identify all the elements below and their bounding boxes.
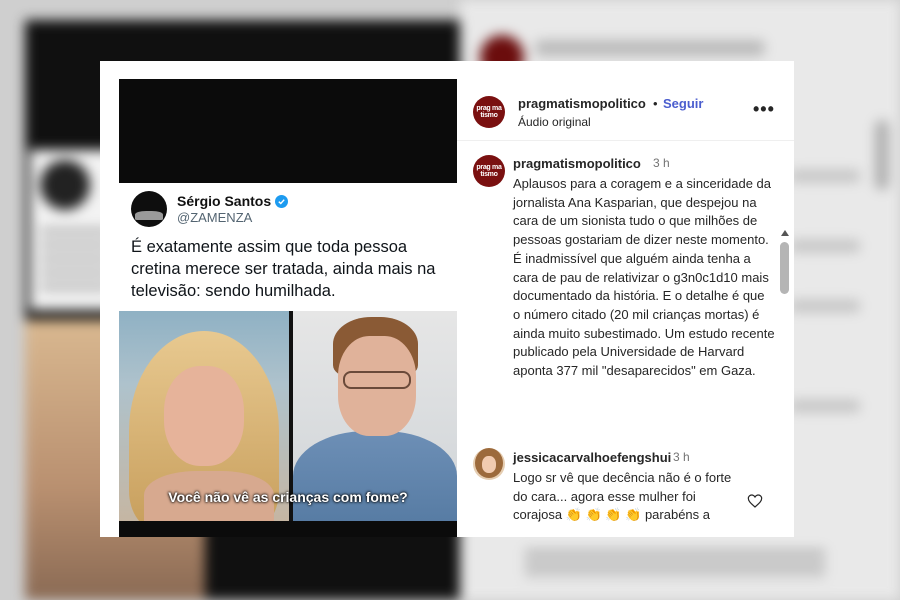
tweet-author-handle: @ZAMENZA [177,210,253,225]
heart-icon[interactable] [747,493,763,509]
tweet-header: Sérgio Santos @ZAMENZA [131,191,445,227]
post-card: Sérgio Santos @ZAMENZA É exatamente assi… [100,61,794,537]
video-caption: Você não vê as crianças com fome? [168,489,408,505]
more-options-icon[interactable]: ••• [753,99,775,120]
tweet-screenshot: Sérgio Santos @ZAMENZA É exatamente assi… [119,183,457,311]
caption-author-username[interactable]: pragmatismopolitico [513,156,641,171]
post-side-panel: prag ma tismo pragmatismopolitico • Segu… [457,61,794,537]
caption-text: Aplausos para a coragem e a sinceridade … [513,176,775,379]
post-author-username[interactable]: pragmatismopolitico [518,96,646,111]
background-avatar [40,160,90,210]
tweet-names: Sérgio Santos @ZAMENZA [177,193,289,225]
man-glasses [343,371,411,389]
commenter-username[interactable]: jessicacarvalhoefengshui [513,450,671,465]
caption-author-avatar[interactable]: prag ma tismo [473,155,505,187]
logo-text: prag ma tismo [476,105,502,119]
commenter-avatar[interactable] [473,448,505,480]
background-panel-line [790,400,860,412]
comment-timestamp: 3 h [673,450,690,464]
scroll-up-arrow-icon[interactable] [781,230,789,236]
logo-text: prag ma tismo [476,164,502,178]
background-panel-line [790,170,860,182]
caption-timestamp: 3 h [653,156,670,170]
video-scene: Você não vê as crianças com fome? [119,311,457,537]
background-scrollbar [875,120,889,190]
follow-button[interactable]: Seguir [663,96,703,111]
man-body [293,431,457,521]
post-header: prag ma tismo pragmatismopolitico • Segu… [457,61,794,141]
background-panel-footer [525,545,825,579]
scroll-thumb[interactable] [780,242,789,294]
comment-text: Logo sr vê que decência não é o forte do… [513,470,732,523]
separator-dot: • [653,96,658,111]
tweet-avatar [131,191,167,227]
comments-list[interactable]: prag ma tismo pragmatismopolitico 3 h Ap… [457,142,794,537]
background-panel-header [535,40,765,56]
comments-scrollbar[interactable] [780,230,790,537]
tweet-name-row: Sérgio Santos [177,193,289,209]
tweet-author-name: Sérgio Santos [177,193,272,209]
profile-logo-avatar[interactable]: prag ma tismo [473,96,505,128]
original-audio-link[interactable]: Áudio original [518,115,591,129]
woman-face [164,366,244,466]
reel-video[interactable]: Sérgio Santos @ZAMENZA É exatamente assi… [119,79,457,537]
tweet-text: É exatamente assim que toda pessoa creti… [131,238,436,300]
background-panel-line [790,300,860,312]
verified-badge-icon [275,194,289,208]
background-panel-line [790,240,860,252]
